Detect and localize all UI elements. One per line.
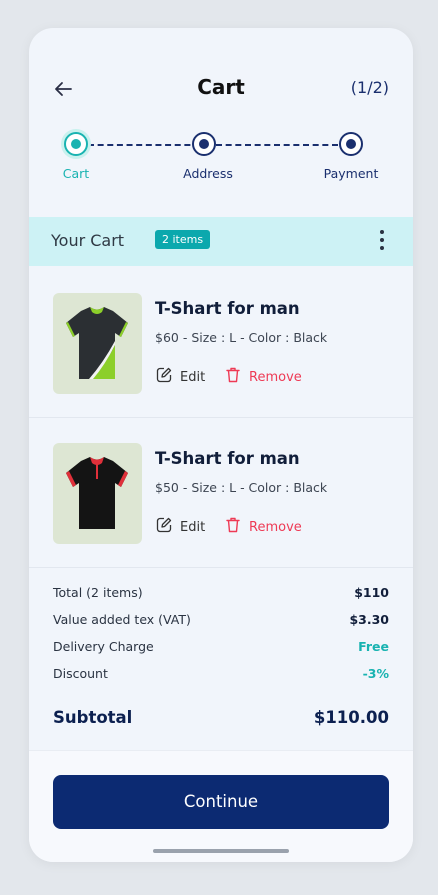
edit-button[interactable]: Edit <box>155 516 205 538</box>
subtotal-row: Subtotal $110.00 <box>53 708 389 732</box>
cart-item: T-Shart for man $50 - Size : L - Color :… <box>29 418 413 568</box>
edit-icon <box>155 366 173 388</box>
trash-icon <box>224 516 242 538</box>
trash-icon <box>224 366 242 388</box>
subtotal-value: $110.00 <box>313 708 389 727</box>
summary-row-total: Total (2 items) $110 <box>53 585 389 605</box>
step-label-cart[interactable]: Cart <box>63 166 89 181</box>
your-cart-bar: Your Cart 2 items <box>29 217 413 266</box>
step-dot-address[interactable] <box>192 132 216 156</box>
edit-icon <box>155 516 173 538</box>
edit-label: Edit <box>180 369 206 385</box>
product-image[interactable] <box>53 293 142 394</box>
remove-label: Remove <box>249 519 302 535</box>
summary-value: Free <box>358 639 389 654</box>
home-indicator <box>153 849 289 853</box>
summary-row-vat: Value added tex (VAT) $3.30 <box>53 612 389 632</box>
summary-label: Value added tex (VAT) <box>53 612 191 627</box>
step-dot-payment[interactable] <box>339 132 363 156</box>
step-connector <box>216 144 338 146</box>
summary-value: $3.30 <box>349 612 389 627</box>
step-label-payment[interactable]: Payment <box>324 166 379 181</box>
step-connector <box>88 144 200 146</box>
subtotal-label: Subtotal <box>53 708 133 727</box>
product-details: $50 - Size : L - Color : Black <box>155 480 328 495</box>
edit-label: Edit <box>180 519 206 535</box>
items-count-badge: 2 items <box>155 230 211 249</box>
summary-label: Delivery Charge <box>53 639 154 654</box>
step-dot-cart[interactable] <box>64 132 88 156</box>
footer: Continue <box>29 750 413 862</box>
step-label-address[interactable]: Address <box>183 166 233 181</box>
cart-screen: Cart (1/2) Cart Address Payment Your Car… <box>29 28 413 862</box>
cart-item: T-Shart for man $60 - Size : L - Color :… <box>29 268 413 418</box>
product-name: T-Shart for man <box>155 449 300 468</box>
step-counter: (1/2) <box>350 78 389 97</box>
summary-label: Discount <box>53 666 108 681</box>
summary-row-discount: Discount -3% <box>53 666 389 686</box>
product-name: T-Shart for man <box>155 299 300 318</box>
summary-label: Total (2 items) <box>53 585 143 600</box>
cart-bar-title: Your Cart <box>51 231 125 250</box>
edit-button[interactable]: Edit <box>155 366 205 388</box>
remove-button[interactable]: Remove <box>224 366 302 388</box>
product-image[interactable] <box>53 443 142 544</box>
more-options-icon[interactable] <box>377 230 387 254</box>
continue-button[interactable]: Continue <box>53 775 389 829</box>
remove-label: Remove <box>249 369 302 385</box>
summary-row-delivery: Delivery Charge Free <box>53 639 389 659</box>
summary-value: -3% <box>362 666 389 681</box>
order-summary: Total (2 items) $110 Value added tex (VA… <box>29 568 413 750</box>
checkout-stepper: Cart Address Payment <box>29 128 413 188</box>
remove-button[interactable]: Remove <box>224 516 302 538</box>
product-details: $60 - Size : L - Color : Black <box>155 330 328 345</box>
summary-value: $110 <box>354 585 389 600</box>
